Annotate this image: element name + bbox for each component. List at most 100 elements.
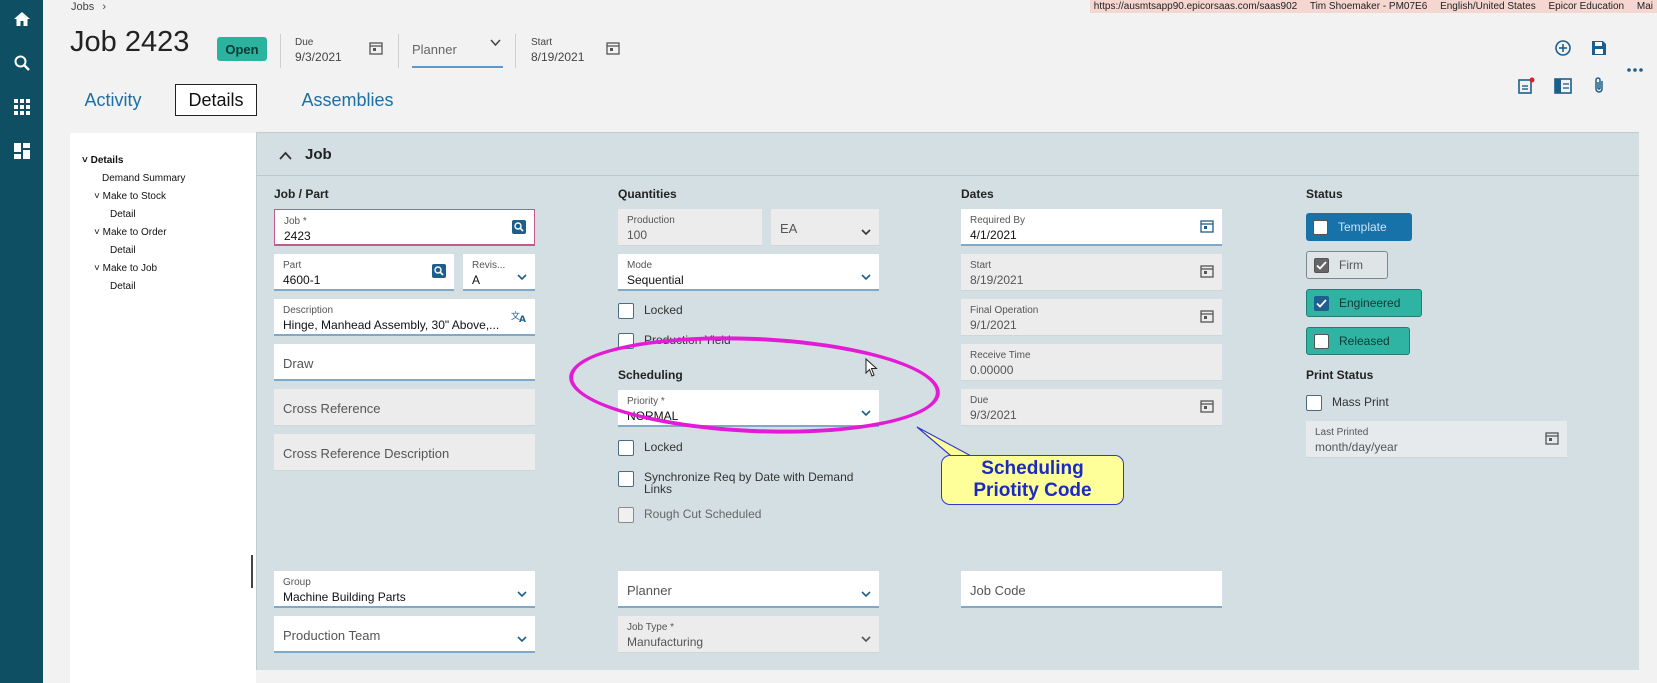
receive-time-value: 0.00000	[970, 363, 1014, 377]
checkbox-checked[interactable]	[1314, 257, 1329, 273]
add-new-icon[interactable]	[1554, 39, 1572, 62]
template-toggle[interactable]: Template	[1306, 213, 1412, 241]
divider	[398, 34, 399, 68]
final-operation-field[interactable]: Final Operation 9/1/2021	[961, 299, 1222, 336]
breadcrumb-separator: ›	[102, 1, 106, 13]
start-date-value: 8/19/2021	[970, 273, 1024, 287]
mass-print-checkbox[interactable]: Mass Print	[1306, 395, 1389, 411]
save-icon[interactable]	[1591, 40, 1607, 61]
rough-cut-scheduled-checkbox[interactable]: Rough Cut Scheduled	[618, 507, 761, 523]
revision-label: Revis...	[472, 260, 506, 271]
tab-activity[interactable]: Activity	[78, 84, 148, 116]
calendar-icon[interactable]	[1200, 309, 1214, 328]
required-by-field[interactable]: Required By 4/1/2021	[961, 209, 1222, 246]
checkbox-checked[interactable]	[1314, 295, 1329, 311]
tree-node-detail[interactable]: Detail	[110, 245, 136, 256]
tab-assemblies[interactable]: Assemblies	[285, 84, 410, 116]
released-toggle[interactable]: Released	[1306, 327, 1410, 355]
tree-node-details[interactable]: ˅ Details	[82, 155, 123, 166]
extra-info: Mai	[1636, 1, 1653, 12]
mode-value: Sequential	[627, 273, 684, 287]
tab-details[interactable]: Details	[175, 84, 257, 116]
checkbox-box[interactable]	[1314, 333, 1329, 349]
tree-node-make-to-job[interactable]: ˅ Make to Job	[94, 263, 157, 274]
search-lookup-icon[interactable]	[512, 220, 526, 239]
production-team-select[interactable]: Production Team	[274, 616, 535, 653]
checkbox-box[interactable]	[1306, 395, 1322, 411]
dashboard-icon[interactable]	[0, 136, 43, 166]
cross-reference-placeholder: Cross Reference	[283, 401, 381, 416]
tree-node-detail[interactable]: Detail	[110, 209, 136, 220]
tree-node-demand-summary[interactable]: Demand Summary	[102, 173, 185, 184]
mode-select[interactable]: Mode Sequential	[618, 254, 879, 291]
locked-scheduling-checkbox[interactable]: Locked	[618, 440, 683, 456]
calendar-icon[interactable]	[1200, 219, 1214, 238]
job-type-value: Manufacturing	[627, 635, 704, 649]
environment-info-bar: https://ausmtsapp90.epicorsaas.com/saas9…	[1089, 0, 1657, 13]
header-planner-select[interactable]: Planner	[412, 34, 503, 68]
breadcrumb-jobs[interactable]: Jobs	[71, 1, 94, 13]
search-lookup-icon[interactable]	[432, 264, 446, 283]
final-operation-label: Final Operation	[970, 305, 1039, 316]
apps-grid-icon[interactable]	[0, 92, 43, 122]
tree-node-make-to-order[interactable]: ˅ Make to Order	[94, 227, 167, 238]
firm-toggle[interactable]: Firm	[1306, 251, 1388, 279]
calendar-icon[interactable]	[1200, 264, 1214, 283]
checkbox-box[interactable]	[618, 471, 634, 487]
search-icon[interactable]	[0, 48, 43, 78]
attachment-icon[interactable]	[1592, 76, 1606, 99]
engineered-toggle[interactable]: Engineered	[1306, 289, 1422, 317]
cross-reference-description-field[interactable]: Cross Reference Description	[274, 434, 535, 471]
more-options-icon[interactable]	[1627, 60, 1643, 78]
translate-icon[interactable]: 文A	[511, 309, 527, 328]
revision-value: A	[472, 273, 481, 287]
calendar-icon[interactable]	[369, 41, 383, 60]
due-date-value: 9/3/2021	[970, 408, 1017, 422]
planner-select[interactable]: Planner	[618, 571, 879, 608]
tree-node-label: Make to Stock	[102, 191, 166, 202]
tree-node-make-to-stock[interactable]: ˅ Make to Stock	[94, 191, 166, 202]
job-number-field[interactable]: Job * 2423	[274, 209, 535, 246]
status-badge: Open	[217, 37, 267, 61]
tree-node-detail[interactable]: Detail	[110, 281, 136, 292]
last-printed-field[interactable]: Last Printed month/day/year	[1306, 421, 1567, 458]
description-field[interactable]: Description Hinge, Manhead Assembly, 30"…	[274, 299, 535, 336]
splitter-handle[interactable]	[251, 555, 253, 588]
cross-reference-field[interactable]: Cross Reference	[274, 389, 535, 426]
due-date-label: Due	[970, 395, 989, 406]
uom-select[interactable]: EA	[771, 209, 879, 246]
start-date-field[interactable]: Start 8/19/2021	[961, 254, 1222, 291]
locale: English/United States	[1440, 1, 1536, 12]
production-quantity-value: 100	[627, 228, 648, 242]
locked-quantities-checkbox[interactable]: Locked	[618, 303, 683, 319]
draw-field[interactable]: Draw	[274, 344, 535, 381]
job-panel-title: Job	[305, 146, 332, 163]
chevron-up-icon[interactable]	[279, 147, 292, 165]
checkbox-box[interactable]	[618, 507, 634, 523]
home-icon[interactable]	[0, 4, 43, 34]
checkbox-box[interactable]	[618, 303, 634, 319]
divider	[515, 34, 516, 68]
production-quantity-field[interactable]: Production 100	[618, 209, 762, 246]
header-due-value: 9/3/2021	[295, 50, 342, 64]
calendar-icon[interactable]	[1545, 431, 1559, 450]
panel-card-icon[interactable]	[1554, 78, 1572, 99]
job-type-select[interactable]: Job Type * Manufacturing	[618, 616, 879, 653]
part-field[interactable]: Part 4600-1	[274, 254, 454, 291]
job-code-field[interactable]: Job Code	[961, 571, 1222, 608]
calendar-icon[interactable]	[1200, 399, 1214, 418]
checkbox-box[interactable]	[618, 440, 634, 456]
header-start-label: Start	[531, 37, 553, 48]
notes-icon[interactable]	[1517, 77, 1535, 100]
tree-node-label: Make to Job	[102, 263, 158, 274]
calendar-icon[interactable]	[606, 41, 620, 60]
due-date-field[interactable]: Due 9/3/2021	[961, 389, 1222, 426]
synchronize-req-checkbox[interactable]: Synchronize Req by Date with Demand Link…	[618, 471, 858, 495]
checkbox-box[interactable]	[1313, 219, 1328, 235]
revision-select[interactable]: Revis... A	[463, 254, 535, 291]
section-job-part: Job / Part	[274, 187, 329, 201]
chevron-down-icon	[517, 268, 527, 286]
receive-time-field[interactable]: Receive Time 0.00000	[961, 344, 1222, 381]
group-select[interactable]: Group Machine Building Parts	[274, 571, 535, 608]
job-panel-header[interactable]: Job	[257, 133, 1639, 176]
